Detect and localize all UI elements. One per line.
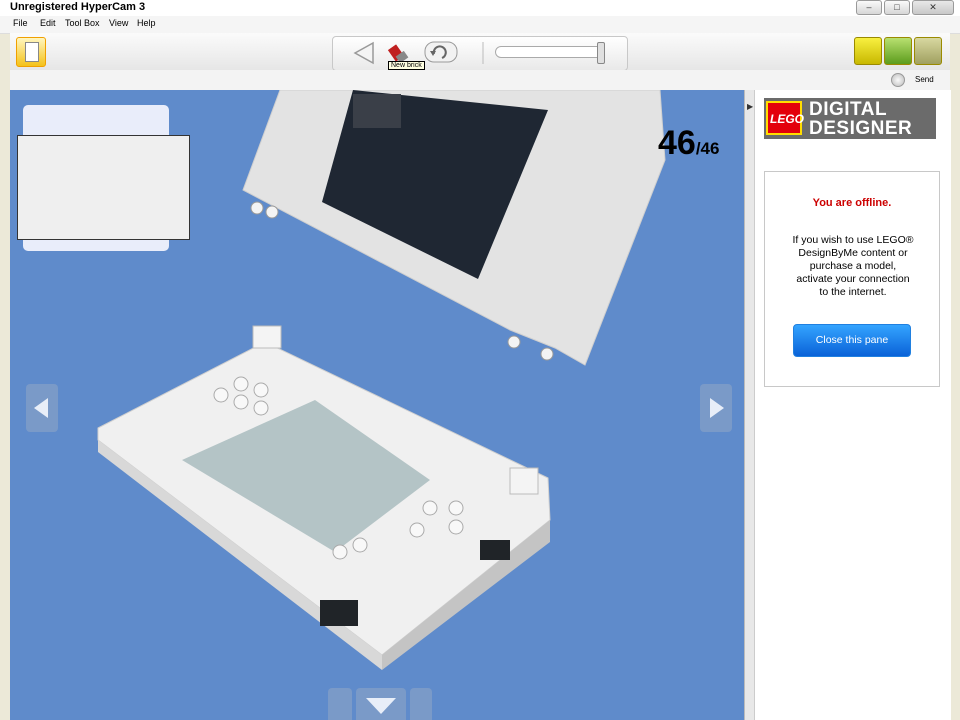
chevron-down-icon [366, 698, 396, 714]
close-window-icon[interactable]: ✕ [912, 0, 954, 15]
previous-step-button[interactable] [26, 384, 58, 432]
zoom-slider-handle[interactable] [597, 42, 605, 64]
step-counter: 46/46 [658, 124, 719, 163]
send-icon[interactable] [891, 73, 905, 87]
lego-digital-designer-logo: LEGO DIGITAL DESIGNER [764, 98, 936, 139]
offline-title: You are offline. [812, 197, 892, 209]
logo-line-2: DESIGNER [809, 118, 913, 139]
build-mode-button[interactable] [854, 37, 882, 65]
3d-viewport[interactable]: 46/46 [10, 90, 744, 720]
next-step-button[interactable] [700, 384, 732, 432]
menu-file[interactable]: File [13, 18, 28, 28]
playback-controls [332, 36, 628, 71]
menu-bar: File Edit Tool Box View Help [0, 16, 960, 34]
offline-message: If you wish to use LEGO® DesignByMe cont… [792, 234, 914, 298]
camera-down-button[interactable] [356, 688, 406, 720]
send-label[interactable]: Send [915, 75, 934, 84]
minimize-icon[interactable]: – [856, 0, 882, 15]
maximize-icon[interactable]: □ [884, 0, 910, 15]
model-base [97, 325, 551, 670]
sub-toolbar: Send [10, 70, 950, 91]
previous-step-icon [353, 41, 374, 65]
preview-thumbnail [17, 135, 190, 240]
zoom-slider[interactable] [495, 46, 605, 58]
lego-logo-icon: LEGO [766, 101, 804, 135]
step-total: /46 [695, 139, 720, 158]
window-title: Unregistered HyperCam 3 [10, 1, 146, 13]
camera-reset-button[interactable] [328, 688, 352, 720]
close-pane-button[interactable]: Close this pane [793, 324, 911, 357]
title-bar: Unregistered HyperCam 3 – □ ✕ [0, 0, 960, 17]
side-panel: LEGO DIGITAL DESIGNER You are offline. I… [754, 90, 951, 720]
document-icon [25, 42, 39, 62]
window-controls: – □ ✕ [856, 0, 954, 15]
collapse-arrow-icon[interactable]: ▶ [747, 102, 753, 111]
menu-help[interactable]: Help [137, 18, 156, 28]
model-lid [242, 90, 666, 366]
zoom-in-button[interactable] [410, 688, 432, 720]
new-brick-tooltip: New brick [388, 61, 425, 70]
arrow-right-icon [710, 398, 724, 418]
rotate-view-icon [424, 41, 458, 63]
main-toolbar [10, 33, 950, 71]
menu-view[interactable]: View [109, 18, 128, 28]
offline-message-box: You are offline. If you wish to use LEGO… [764, 171, 940, 387]
arrow-left-icon [34, 398, 48, 418]
building-guide-button[interactable] [16, 37, 46, 67]
step-current: 46 [658, 124, 696, 162]
menu-edit[interactable]: Edit [40, 18, 56, 28]
view-mode-button[interactable] [884, 37, 912, 65]
menu-tool-box[interactable]: Tool Box [65, 18, 100, 28]
building-guide-mode-button[interactable] [914, 37, 942, 65]
